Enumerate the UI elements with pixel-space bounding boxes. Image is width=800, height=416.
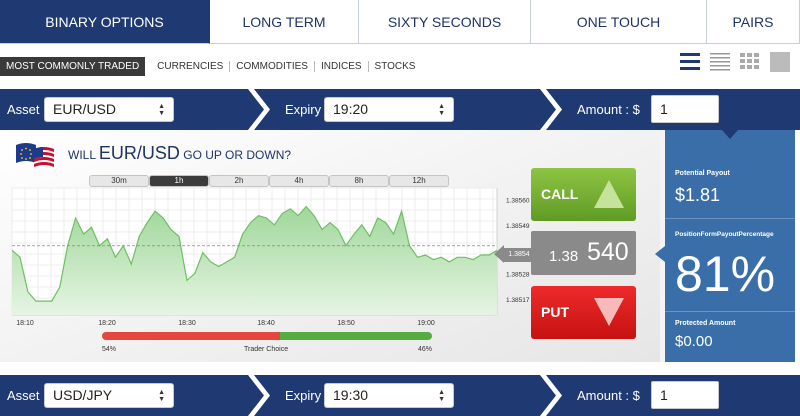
amount-label: Amount : $ <box>577 388 640 403</box>
trading-page: BINARY OPTIONS LONG TERM SIXTY SECONDS O… <box>0 0 800 416</box>
question-suffix: GO UP OR DOWN? <box>183 148 292 162</box>
divider-chevron-icon <box>248 89 270 130</box>
arrow-down-icon <box>594 298 624 326</box>
expiry-label: Expiry : <box>285 388 329 403</box>
amount-pointer <box>722 130 738 139</box>
price-prefix: 1.38 <box>549 248 579 265</box>
call-label: CALL <box>541 186 579 202</box>
question-prefix: WILL <box>68 148 96 162</box>
y-tick-label: 1.38528 <box>506 271 530 278</box>
tab-pairs[interactable]: PAIRS <box>707 0 800 44</box>
tab-long-term[interactable]: LONG TERM <box>210 0 359 44</box>
grid-view-icon[interactable] <box>740 50 760 72</box>
amount-label: Amount : $ <box>577 102 640 117</box>
category-most-commonly-traded[interactable]: MOST COMMONLY TRADED <box>0 56 146 76</box>
asset-select[interactable]: EUR/USD ▲ ▼ <box>44 97 174 122</box>
amount-input[interactable]: 1 <box>651 95 719 123</box>
tile-view-icon[interactable] <box>770 50 790 72</box>
question-pair: EUR/USD <box>98 143 180 163</box>
divider-chevron-icon <box>540 375 562 416</box>
asset-select-value: EUR/USD <box>53 101 117 117</box>
potential-payout-label: Potential Payout <box>675 170 730 177</box>
y-tick-label: 1.38517 <box>506 297 530 304</box>
amount-input[interactable]: 1 <box>651 381 719 409</box>
x-tick-label: 18:40 <box>257 320 275 327</box>
tab-binary-options[interactable]: BINARY OPTIONS <box>0 0 210 44</box>
trade-question: WILL EUR/USD GO UP OR DOWN? <box>68 143 291 164</box>
x-tick-label: 18:10 <box>16 320 34 327</box>
put-sentiment-fill <box>102 332 280 340</box>
eu-us-flag-icon <box>16 143 54 167</box>
x-tick-label: 18:20 <box>98 320 116 327</box>
select-arrows-icon: ▲ ▼ <box>438 103 445 117</box>
payout-panel: Potential Payout $1.81 PositionFormPayou… <box>665 130 795 362</box>
compact-list-icon[interactable] <box>710 50 730 72</box>
y-tick-label: 1.38549 <box>506 223 530 230</box>
payout-percentage-value: 81% <box>675 246 776 302</box>
select-arrows-icon: ▲ ▼ <box>158 389 165 403</box>
view-switcher <box>680 50 790 72</box>
payout-pointer <box>655 246 665 262</box>
asset-category-nav: MOST COMMONLY TRADED CURRENCIES COMMODIT… <box>0 56 421 76</box>
protected-amount-value: $0.00 <box>675 333 713 350</box>
expiry-select[interactable]: 19:20 ▲ ▼ <box>324 97 454 122</box>
asset-select[interactable]: USD/JPY ▲ ▼ <box>44 383 174 408</box>
expiry-select[interactable]: 19:30 ▲ ▼ <box>324 383 454 408</box>
protected-amount-label: Protected Amount <box>675 320 736 327</box>
x-tick-label: 19:00 <box>417 320 435 327</box>
payout-percentage-label: PositionFormPayoutPercentage <box>675 231 774 238</box>
y-tick-label: 1.38560 <box>506 198 530 205</box>
select-arrows-icon: ▲ ▼ <box>438 389 445 403</box>
category-commodities[interactable]: COMMODITIES <box>230 60 315 72</box>
put-label: PUT <box>541 304 569 320</box>
list-view-icon[interactable] <box>680 50 700 72</box>
payout-divider <box>665 218 795 219</box>
option-panel-body: WILL EUR/USD GO UP OR DOWN? 30m 1h 2h 4h… <box>0 130 660 362</box>
expiry-select-value: 19:30 <box>333 387 369 403</box>
trader-choice-label: Trader Choice <box>244 346 289 353</box>
price-tag: 1.3854 <box>504 248 534 262</box>
potential-payout-value: $1.81 <box>675 185 721 205</box>
trader-choice-bar <box>102 332 432 342</box>
select-arrows-icon: ▲ ▼ <box>158 103 165 117</box>
tab-one-touch[interactable]: ONE TOUCH <box>531 0 707 44</box>
category-stocks[interactable]: STOCKS <box>369 61 422 72</box>
divider-chevron-icon <box>540 89 562 130</box>
x-tick-label: 18:30 <box>178 320 196 327</box>
current-price: 1.38 540 <box>531 231 636 275</box>
payout-divider <box>665 311 795 312</box>
asset-label: Asset : <box>7 102 47 117</box>
asset-select-value: USD/JPY <box>53 387 113 403</box>
trade-bar-usdjpy: Asset : USD/JPY ▲ ▼ Expiry : 19:30 ▲ ▼ Amo… <box>0 375 800 416</box>
price-pointer <box>494 245 504 263</box>
call-button[interactable]: CALL <box>531 168 636 221</box>
expiry-label: Expiry : <box>285 102 329 117</box>
option-panel: WILL EUR/USD GO UP OR DOWN? 30m 1h 2h 4h… <box>0 130 665 362</box>
category-indices[interactable]: INDICES <box>315 60 369 72</box>
asset-label: Asset : <box>7 388 47 403</box>
category-currencies[interactable]: CURRENCIES <box>151 60 231 72</box>
tab-sixty-seconds[interactable]: SIXTY SECONDS <box>359 0 531 44</box>
call-sentiment-fill <box>280 332 432 340</box>
trade-bar-eurusd: Asset : EUR/USD ▲ ▼ Expiry : 19:20 ▲ ▼ Amo… <box>0 89 800 130</box>
expiry-select-value: 19:20 <box>333 101 369 117</box>
price-pips: 540 <box>587 238 629 266</box>
option-type-tabs: BINARY OPTIONS LONG TERM SIXTY SECONDS O… <box>0 0 800 44</box>
put-button[interactable]: PUT <box>531 286 636 339</box>
put-percentage: 54% <box>102 346 117 353</box>
x-tick-label: 18:50 <box>337 320 355 327</box>
call-percentage: 46% <box>418 346 433 353</box>
arrow-up-icon <box>594 180 624 208</box>
divider-chevron-icon <box>248 375 270 416</box>
